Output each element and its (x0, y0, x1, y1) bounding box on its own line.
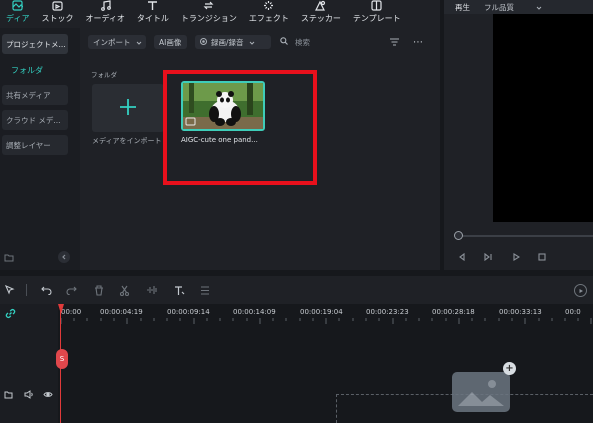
preview-scrubber[interactable] (456, 235, 593, 237)
delete-icon[interactable] (93, 284, 105, 296)
more-options-icon[interactable]: ⋯ (413, 37, 424, 48)
top-toolbar: ディア ストック オーディオ タイトル トランジション エフェクト ステッカー … (0, 0, 440, 28)
prev-frame-icon[interactable] (458, 252, 466, 264)
tab-template-label: テンプレート (352, 14, 401, 23)
tab-audio-label: オーディオ (85, 14, 125, 23)
import-media-tile[interactable] (92, 84, 164, 132)
tab-media-label: ディア (6, 14, 30, 23)
timeline-panel: 00:00 00:00:04:19 00:00:09:14 00:00:14:0… (0, 276, 593, 423)
title-icon (147, 0, 159, 11)
media-icon (12, 0, 24, 11)
tab-sticker[interactable]: ステッカー (295, 0, 347, 28)
adjust-icon[interactable] (199, 284, 211, 296)
timecode-label: 00:0 (565, 308, 581, 316)
template-icon (371, 0, 383, 11)
folder-heading: フォルダ (91, 71, 117, 79)
stop-icon[interactable] (538, 253, 546, 264)
tab-audio[interactable]: オーディオ (79, 0, 130, 28)
select-tool-icon[interactable] (4, 284, 16, 296)
tab-transition[interactable]: トランジション (175, 0, 243, 28)
audio-split-icon[interactable] (146, 284, 158, 296)
undo-icon[interactable] (40, 284, 52, 296)
tab-transition-label: トランジション (180, 14, 237, 23)
sticker-icon (315, 0, 327, 11)
timecode-label: 00:00:33:13 (499, 308, 542, 316)
tab-title[interactable]: タイトル (131, 0, 175, 28)
folder-icon[interactable] (4, 390, 13, 401)
drag-media-image-icon (452, 372, 510, 412)
filter-icon[interactable] (389, 37, 400, 49)
track-header-area (0, 304, 58, 423)
search-input[interactable]: 検索 (280, 35, 310, 49)
ruler-ticks (60, 318, 592, 324)
tab-effect-label: エフェクト (248, 14, 289, 23)
effect-icon (263, 0, 275, 11)
scrubber-handle[interactable] (454, 231, 463, 240)
text-tool-icon[interactable] (173, 284, 185, 296)
import-dropdown[interactable]: インポート (88, 35, 146, 49)
timecode-label: 00:00:04:19 (100, 308, 143, 316)
tab-title-label: タイトル (136, 14, 169, 23)
tab-effect[interactable]: エフェクト (243, 0, 295, 28)
preview-panel: 再生 フル品質 (444, 0, 593, 270)
eye-icon[interactable] (43, 391, 53, 400)
timeline-play-icon[interactable] (574, 284, 587, 297)
search-placeholder: 検索 (295, 37, 310, 47)
playhead-handle[interactable] (58, 304, 64, 314)
quality-dropdown[interactable]: フル品質 (484, 2, 542, 13)
ai-image-button[interactable]: AI画像 (154, 35, 187, 49)
add-plus-icon: + (503, 362, 516, 375)
transition-icon (203, 0, 215, 11)
plus-icon (119, 98, 137, 118)
toolbar-divider (26, 284, 27, 296)
preview-header: 再生 フル品質 (444, 0, 593, 14)
timecode-label: 00:00:23:23 (366, 308, 409, 316)
sidebar-item-project-media[interactable]: プロジェクトメ... (2, 34, 68, 54)
import-media-label: メディアをインポート (92, 137, 162, 145)
record-label: 録画/録音 (211, 37, 244, 47)
record-icon (200, 37, 207, 47)
timeline-toolbar (0, 276, 593, 304)
stock-icon (51, 0, 63, 11)
tab-player[interactable]: 再生 (455, 2, 470, 13)
sidebar-item-folder[interactable]: フォルダ (11, 65, 43, 76)
tab-stock-label: ストック (41, 14, 74, 23)
preview-canvas (493, 14, 593, 222)
split-icon[interactable] (118, 284, 130, 296)
timecode-label: 00:00:09:14 (167, 308, 210, 316)
sidebar-item-cloud-media[interactable]: クラウド メデ... (2, 110, 68, 130)
timecode-label: 00:00:14:09 (233, 308, 276, 316)
chevron-down-icon (536, 3, 542, 12)
new-folder-icon[interactable] (4, 253, 14, 264)
speaker-icon[interactable] (24, 390, 34, 401)
chevron-down-icon (136, 38, 142, 47)
collapse-sidebar-icon[interactable] (58, 251, 70, 263)
import-label: インポート (93, 37, 131, 47)
tab-media[interactable]: ディア (0, 0, 35, 28)
record-dropdown[interactable]: 録画/録音 (195, 35, 271, 49)
tab-stock[interactable]: ストック (35, 0, 79, 28)
playhead-badge: S (56, 349, 68, 369)
tab-template[interactable]: テンプレート (347, 0, 407, 28)
redo-icon[interactable] (65, 284, 77, 296)
search-icon (280, 37, 288, 47)
tab-sticker-label: ステッカー (300, 14, 341, 23)
quality-label: フル品質 (484, 2, 514, 12)
sidebar-item-adjustment-layer[interactable]: 調整レイヤー (2, 135, 68, 155)
timecode-label: 00:00:19:04 (300, 308, 343, 316)
link-icon[interactable] (5, 308, 16, 321)
music-icon (99, 0, 111, 11)
sidebar-item-shared-media[interactable]: 共有メディア (2, 85, 68, 105)
chevron-down-icon (249, 38, 255, 47)
media-sidebar: プロジェクトメ... フォルダ 共有メディア クラウド メデ... 調整レイヤー (0, 28, 80, 270)
play-icon[interactable] (512, 253, 521, 264)
next-frame-icon[interactable] (484, 252, 493, 264)
timecode-label: 00:00 (61, 308, 82, 316)
timeline-ruler[interactable]: 00:00 00:00:04:19 00:00:09:14 00:00:14:0… (58, 304, 593, 326)
highlight-box (163, 70, 317, 185)
timecode-label: 00:00:28:18 (432, 308, 475, 316)
